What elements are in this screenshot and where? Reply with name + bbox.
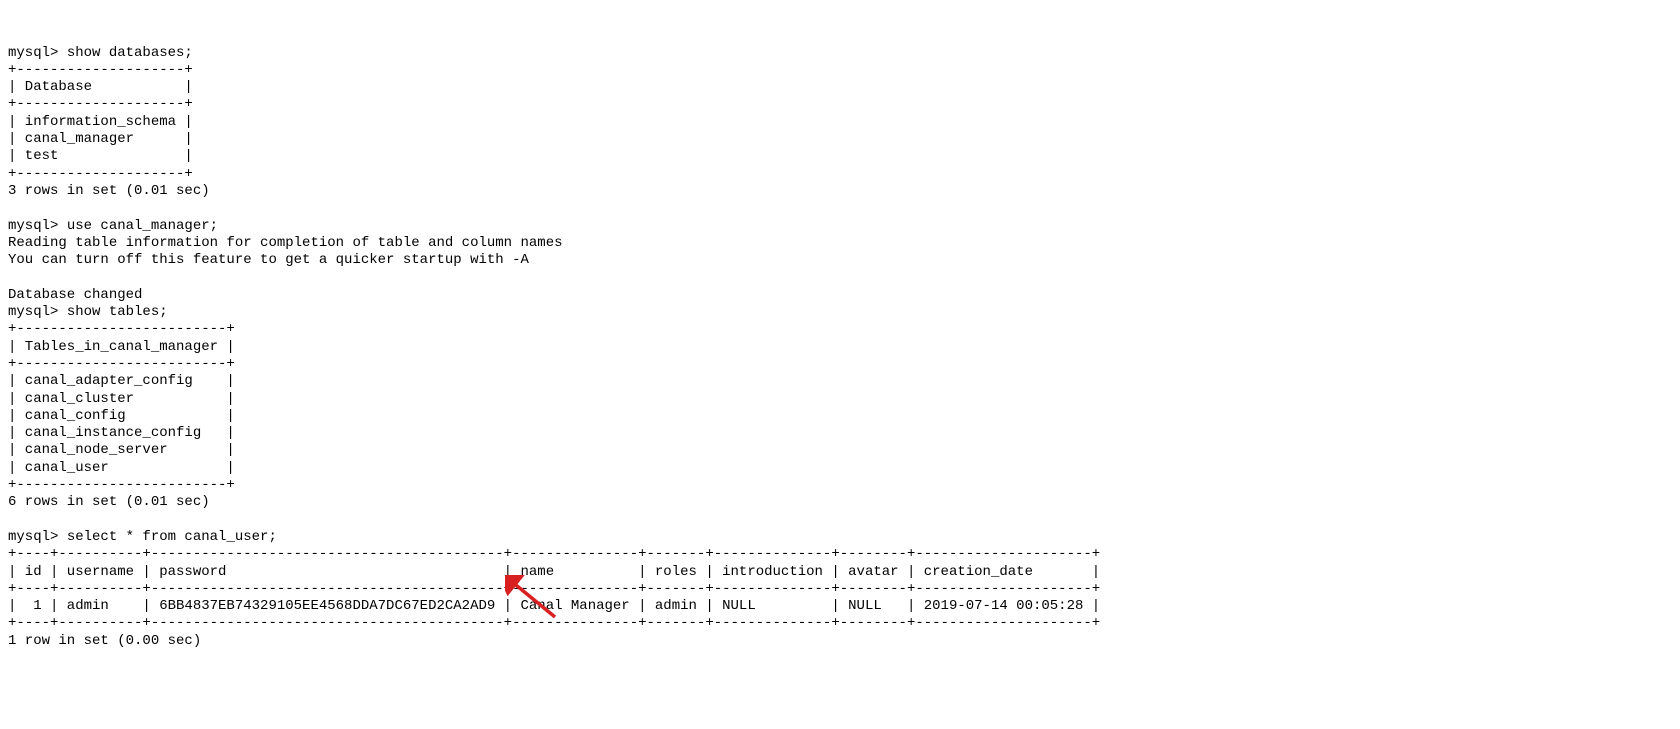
table-row: | information_schema |: [8, 114, 193, 130]
table-row: | test |: [8, 148, 193, 164]
table-separator: +----+----------+-----------------------…: [8, 615, 1100, 631]
table-separator: +-------------------------+: [8, 321, 235, 337]
table-row: | canal_adapter_config |: [8, 373, 235, 389]
table-row: | canal_user |: [8, 460, 235, 476]
row-summary: 6 rows in set (0.01 sec): [8, 494, 210, 510]
info-message: You can turn off this feature to get a q…: [8, 252, 529, 268]
table-separator: +----+----------+-----------------------…: [8, 546, 1100, 562]
table-header: | Tables_in_canal_manager |: [8, 339, 235, 355]
info-message: Database changed: [8, 287, 142, 303]
command-select-user: select * from canal_user;: [67, 529, 277, 545]
table-row: | 1 | admin | 6BB4837EB74329105EE4568DDA…: [8, 598, 1100, 614]
table-row: | canal_instance_config |: [8, 425, 235, 441]
table-separator: +--------------------+: [8, 62, 193, 78]
table-row: | canal_config |: [8, 408, 235, 424]
info-message: Reading table information for completion…: [8, 235, 563, 251]
table-separator: +-------------------------+: [8, 356, 235, 372]
mysql-prompt: mysql>: [8, 529, 67, 545]
mysql-prompt: mysql>: [8, 304, 67, 320]
table-header: | id | username | password | name | role…: [8, 564, 1100, 580]
table-row: | canal_manager |: [8, 131, 193, 147]
mysql-prompt: mysql>: [8, 218, 67, 234]
table-separator: +--------------------+: [8, 96, 193, 112]
table-row: | canal_cluster |: [8, 391, 235, 407]
row-summary: 1 row in set (0.00 sec): [8, 633, 201, 649]
command-use-db: use canal_manager;: [67, 218, 218, 234]
command-show-databases: show databases;: [67, 45, 193, 61]
command-show-tables: show tables;: [67, 304, 168, 320]
mysql-prompt: mysql>: [8, 45, 67, 61]
table-row: | canal_node_server |: [8, 442, 235, 458]
table-separator: +----+----------+-----------------------…: [8, 581, 1100, 597]
table-separator: +-------------------------+: [8, 477, 235, 493]
row-summary: 3 rows in set (0.01 sec): [8, 183, 210, 199]
table-header: | Database |: [8, 79, 193, 95]
terminal-output: mysql> show databases; +----------------…: [8, 45, 1672, 650]
table-separator: +--------------------+: [8, 166, 193, 182]
